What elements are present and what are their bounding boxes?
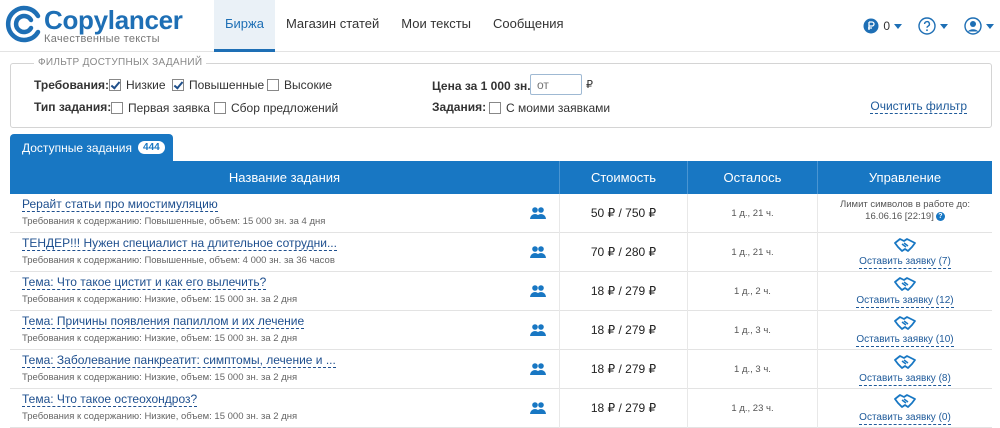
handshake-icon[interactable]	[894, 393, 916, 409]
header-actions: 0	[847, 0, 1000, 52]
task-time-left: 1 д., 21 ч.	[688, 233, 818, 272]
table-row: ТЕНДЕР!!! Нужен специалист на длительное…	[10, 233, 992, 272]
task-requirements: Требования к содержанию: Повышенные, объ…	[22, 255, 335, 266]
copylancer-logo[interactable]: Copylancer Качественные тексты	[4, 4, 204, 48]
chevron-down-icon	[940, 24, 948, 29]
task-title-link[interactable]: Тема: Причины появления папиллом и их ле…	[22, 314, 305, 329]
submit-bid-link[interactable]: Оставить заявку (7)	[859, 256, 951, 269]
help-icon[interactable]: ?	[935, 212, 945, 221]
tasks-label: Задания:	[432, 100, 487, 114]
help-menu[interactable]	[918, 17, 948, 35]
task-requirements: Требования к содержанию: Низкие, объем: …	[22, 411, 298, 422]
group-users-icon[interactable]	[530, 206, 546, 220]
chevron-down-icon	[894, 24, 902, 29]
handshake-icon[interactable]	[894, 354, 916, 370]
checkbox[interactable]	[214, 102, 226, 114]
task-time-left: 1 д., 23 ч.	[688, 389, 818, 428]
handshake-icon[interactable]	[894, 237, 916, 253]
filter-req-low[interactable]: Низкие	[109, 78, 166, 92]
ruble-coin-icon	[863, 18, 879, 34]
filter-type-first-bid[interactable]: Первая заявка	[111, 101, 210, 115]
checkbox[interactable]	[172, 79, 184, 91]
task-time-left: 1 д., 2 ч.	[688, 272, 818, 311]
submit-bid-link[interactable]: Оставить заявку (10)	[856, 334, 954, 347]
checkbox[interactable]	[109, 79, 121, 91]
price-label: Цена за 1 000 зн.:	[432, 79, 535, 93]
checkbox[interactable]	[267, 79, 279, 91]
nav-my-texts[interactable]: Мои тексты	[390, 0, 482, 52]
requirements-label: Требования:	[34, 78, 109, 92]
group-users-icon[interactable]	[530, 323, 546, 337]
submit-bid-link[interactable]: Оставить заявку (0)	[859, 412, 951, 425]
task-time-left: 1 д., 3 ч.	[688, 350, 818, 389]
price-currency: ₽	[586, 79, 593, 91]
group-users-icon[interactable]	[530, 362, 546, 376]
nav-messages[interactable]: Сообщения	[482, 0, 575, 52]
task-time-left: 1 д., 21 ч.	[688, 194, 818, 233]
filter-legend: ФИЛЬТР ДОСТУПНЫХ ЗАДАНИЙ	[34, 57, 207, 68]
col-time-left[interactable]: Осталось	[688, 161, 818, 194]
task-requirements: Требования к содержанию: Повышенные, объ…	[22, 216, 326, 227]
chevron-down-icon	[986, 24, 994, 29]
clear-filter-link[interactable]: Очистить фильтр	[870, 99, 967, 114]
checkbox[interactable]	[489, 102, 501, 114]
table-row: Тема: Что такое цистит и как его вылечит…	[10, 272, 992, 311]
group-users-icon[interactable]	[530, 401, 546, 415]
task-title-link[interactable]: Тема: Заболевание панкреатит: симптомы, …	[22, 353, 336, 368]
task-filter: ФИЛЬТР ДОСТУПНЫХ ЗАДАНИЙ Требования: Низ…	[10, 57, 992, 128]
filter-type-collect-offers[interactable]: Сбор предложений	[214, 101, 338, 115]
task-title-link[interactable]: Тема: Что такое цистит и как его вылечит…	[22, 275, 267, 290]
task-cost: 50 ₽ / 750 ₽	[560, 194, 688, 233]
task-cost: 70 ₽ / 280 ₽	[560, 233, 688, 272]
logo-mark-icon	[5, 5, 41, 43]
top-header: Copylancer Качественные тексты Биржа Маг…	[0, 0, 1000, 52]
task-cost: 18 ₽ / 279 ₽	[560, 389, 688, 428]
table-row: Рерайт статьи про миостимуляцию Требован…	[10, 194, 992, 233]
help-icon	[918, 17, 936, 35]
task-cost: 18 ₽ / 279 ₽	[560, 350, 688, 389]
table-row: Тема: Причины появления папиллом и их ле…	[10, 311, 992, 350]
submit-bid-link[interactable]: Оставить заявку (12)	[856, 295, 954, 308]
filter-req-highest[interactable]: Высокие	[267, 78, 332, 92]
task-requirements: Требования к содержанию: Низкие, объем: …	[22, 372, 298, 383]
price-from-input[interactable]	[530, 74, 582, 95]
tab-available-tasks[interactable]: Доступные задания 444	[10, 134, 173, 161]
task-title-link[interactable]: Рерайт статьи про миостимуляцию	[22, 197, 218, 212]
tab-label: Доступные задания	[22, 140, 133, 155]
logo-tagline: Качественные тексты	[44, 33, 160, 45]
user-menu[interactable]	[964, 17, 994, 35]
col-management: Управление	[868, 170, 942, 185]
task-cost: 18 ₽ / 279 ₽	[560, 272, 688, 311]
task-requirements: Требования к содержанию: Низкие, объем: …	[22, 333, 298, 344]
balance-value: 0	[883, 19, 890, 33]
task-title-link[interactable]: ТЕНДЕР!!! Нужен специалист на длительное…	[22, 236, 337, 251]
filter-req-high[interactable]: Повышенные	[172, 78, 264, 92]
task-title-link[interactable]: Тема: Что такое остеохондроз?	[22, 392, 198, 407]
task-time-left: 1 д., 3 ч.	[688, 311, 818, 350]
table-header: Название задания Стоимость Осталось Упра…	[10, 161, 992, 194]
table-row: Тема: Заболевание панкреатит: симптомы, …	[10, 350, 992, 389]
main-nav: Биржа Магазин статей Мои тексты Сообщени…	[214, 0, 575, 52]
col-task-name[interactable]: Название задания	[10, 161, 560, 194]
handshake-icon[interactable]	[894, 276, 916, 292]
limit-note: Лимит символов в работе до: 16.06.16 [22…	[840, 199, 970, 222]
user-avatar-icon	[964, 17, 982, 35]
checkbox[interactable]	[111, 102, 123, 114]
nav-exchange[interactable]: Биржа	[214, 0, 275, 52]
table-row: Тема: Что такое остеохондроз? Требования…	[10, 389, 992, 428]
group-users-icon[interactable]	[530, 245, 546, 259]
tasks-table: Название задания Стоимость Осталось Упра…	[10, 161, 992, 428]
nav-article-shop[interactable]: Магазин статей	[275, 0, 390, 52]
task-count-badge: 444	[138, 141, 165, 154]
balance-menu[interactable]: 0	[863, 18, 902, 34]
submit-bid-link[interactable]: Оставить заявку (8)	[859, 373, 951, 386]
task-cost: 18 ₽ / 279 ₽	[560, 311, 688, 350]
logo-name: Copylancer	[44, 5, 183, 35]
handshake-icon[interactable]	[894, 315, 916, 331]
task-type-label: Тип задания:	[34, 100, 112, 114]
filter-my-bids[interactable]: С моими заявками	[489, 101, 610, 115]
group-users-icon[interactable]	[530, 284, 546, 298]
task-requirements: Требования к содержанию: Низкие, объем: …	[22, 294, 298, 305]
col-cost[interactable]: Стоимость	[560, 161, 688, 194]
